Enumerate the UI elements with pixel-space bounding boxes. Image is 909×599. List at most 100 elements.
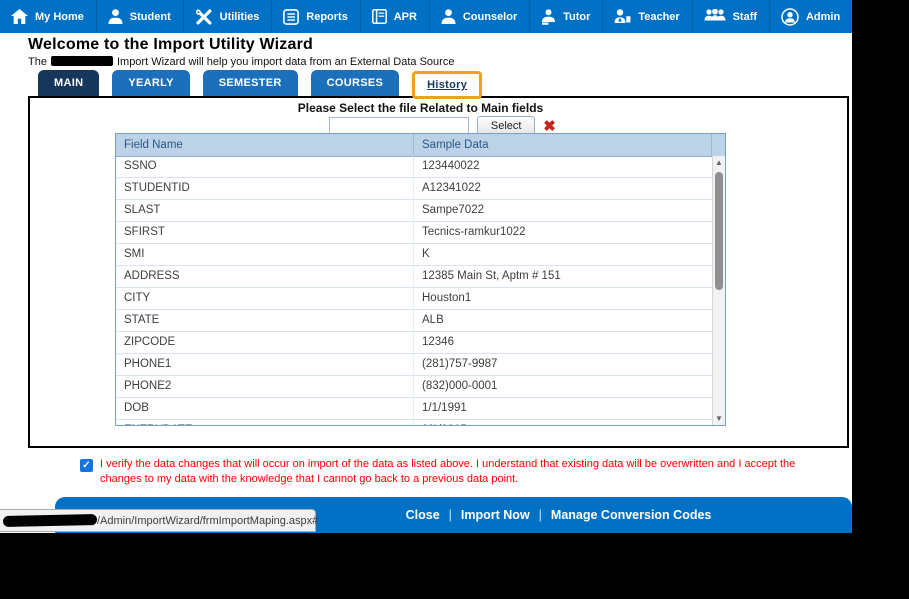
close-button[interactable]: Close	[406, 508, 440, 522]
field-name-cell: PHONE1	[116, 354, 414, 375]
apr-icon	[371, 9, 387, 24]
sample-data-cell: Houston1	[422, 292, 472, 304]
table-row: PHONE2 (832)000-0001	[116, 376, 712, 398]
sample-data-cell: 12346	[422, 336, 454, 348]
nav-item-tutor[interactable]: Tutor	[530, 0, 604, 33]
import-now-button[interactable]: Import Now	[461, 508, 530, 522]
table-row: DOB 1/1/1991	[116, 398, 712, 420]
column-header-scroll-spacer	[711, 134, 725, 156]
staff-icon	[704, 9, 726, 21]
field-mapping-table: Field Name Sample Data SSNO 123440022 STU…	[115, 133, 726, 426]
counselor-icon	[441, 9, 456, 24]
sample-data-cell: ALB	[422, 314, 444, 326]
browser-status-tooltip: /Admin/ImportWizard/frmImportMaping.aspx…	[0, 509, 319, 532]
reports-icon	[283, 8, 300, 25]
subtitle-suffix: Import Wizard will help you import data …	[116, 56, 455, 68]
nav-item-admin[interactable]: Admin	[770, 0, 852, 33]
footer-separator: |	[448, 508, 452, 522]
home-icon	[11, 9, 28, 24]
nav-label: Tutor	[563, 10, 591, 23]
field-name-cell: SMI	[116, 244, 414, 265]
nav-item-reports[interactable]: Reports	[272, 0, 361, 33]
sample-data-cell: 123440022	[422, 160, 480, 172]
table-row: SFIRST Tecnics-ramkur1022	[116, 222, 712, 244]
clear-file-icon[interactable]: ✖	[543, 119, 556, 134]
field-name-cell: STATE	[116, 310, 414, 331]
tab-courses[interactable]: COURSES	[310, 70, 400, 96]
teacher-icon	[614, 8, 631, 23]
footer-separator: |	[538, 508, 542, 522]
verify-checkbox[interactable]: ✓	[80, 459, 93, 472]
nav-label: Staff	[732, 10, 758, 23]
page-subtitle: The Import Wizard will help you import da…	[28, 56, 454, 68]
nav-item-my-home[interactable]: My Home	[0, 0, 97, 33]
app-window: My Home Student Utilities Reports APR Co…	[0, 0, 852, 533]
nav-item-utilities[interactable]: Utilities	[184, 0, 273, 33]
field-name-cell: ZIPCODE	[116, 332, 414, 353]
table-row: STUDENTID A12341022	[116, 178, 712, 200]
table-header-row: Field Name Sample Data	[116, 134, 725, 157]
field-name-cell: ADDRESS	[116, 266, 414, 287]
footer-links: Close | Import Now | Manage Conversion C…	[406, 508, 712, 522]
tab-yearly[interactable]: YEARLY	[112, 70, 190, 96]
subtitle-prefix: The	[28, 56, 47, 68]
tab-history[interactable]: History	[412, 71, 483, 99]
table-row: ADDRESS 12385 Main St, Aptm # 151	[116, 266, 712, 288]
field-name-cell: ENTRYDATE	[116, 420, 414, 425]
column-header-sample-data: Sample Data	[422, 139, 489, 151]
redacted-domain-scribble	[2, 514, 98, 527]
manage-conversion-codes-button[interactable]: Manage Conversion Codes	[551, 508, 711, 522]
nav-label: Student	[129, 10, 171, 23]
tutor-icon	[542, 8, 556, 25]
sample-data-cell: 12385 Main St, Aptm # 151	[422, 270, 561, 282]
verification-section: ✓ I verify the data changes that will oc…	[80, 457, 820, 486]
sample-data-cell: Sampe7022	[422, 204, 485, 216]
field-name-cell: SSNO	[116, 156, 414, 177]
student-icon	[108, 9, 123, 24]
redaction-box	[50, 56, 113, 66]
field-name-cell: SLAST	[116, 200, 414, 221]
nav-item-teacher[interactable]: Teacher	[603, 0, 693, 33]
nav-item-student[interactable]: Student	[97, 0, 184, 33]
table-scrollbar[interactable]: ▲ ▼	[712, 156, 725, 425]
column-header-field-name: Field Name	[116, 134, 414, 156]
verify-statement-line1: I verify the data changes that will occu…	[100, 458, 796, 470]
table-row: SSNO 123440022	[116, 156, 712, 178]
nav-label: APR	[393, 10, 417, 23]
nav-item-staff[interactable]: Staff	[693, 0, 770, 33]
sample-data-cell: (281)757-9987	[422, 358, 498, 370]
top-nav: My Home Student Utilities Reports APR Co…	[0, 0, 852, 33]
tab-semester[interactable]: SEMESTER	[202, 70, 298, 96]
scrollbar-thumb[interactable]	[715, 172, 723, 290]
field-name-cell: STUDENTID	[116, 178, 414, 199]
table-row: SLAST Sampe7022	[116, 200, 712, 222]
table-row: PHONE1 (281)757-9987	[116, 354, 712, 376]
nav-item-apr[interactable]: APR	[361, 0, 430, 33]
nav-label: My Home	[35, 10, 84, 23]
nav-item-counselor[interactable]: Counselor	[430, 0, 531, 33]
sample-data-cell: 9/1/2015	[414, 420, 712, 425]
page-title: Welcome to the Import Utility Wizard	[28, 36, 314, 53]
sample-data-cell: A12341022	[422, 182, 481, 194]
sample-data-cell: Tecnics-ramkur1022	[422, 226, 526, 238]
scroll-up-icon[interactable]: ▲	[713, 158, 725, 167]
table-row: ZIPCODE 12346	[116, 332, 712, 354]
table-row: ENTRYDATE9/1/2015	[116, 420, 712, 425]
status-url-path: /Admin/ImportWizard/frmImportMaping.aspx…	[97, 514, 319, 527]
table-body: SSNO 123440022 STUDENTID A12341022 SLAST Sa…	[116, 156, 712, 425]
nav-label: Reports	[306, 10, 348, 23]
admin-icon	[781, 7, 799, 26]
field-name-cell: CITY	[116, 288, 414, 309]
utilities-icon	[195, 8, 212, 25]
field-name-cell: SFIRST	[116, 222, 414, 243]
tab-main[interactable]: MAIN	[38, 70, 100, 96]
verify-statement: I verify the data changes that will occu…	[100, 457, 795, 486]
nav-label: Admin	[805, 10, 841, 23]
table-row: SMI K	[116, 244, 712, 266]
sample-data-cell: K	[422, 248, 430, 260]
field-name-cell: DOB	[116, 398, 414, 419]
nav-label: Teacher	[638, 10, 680, 23]
nav-label: Utilities	[219, 10, 260, 23]
scroll-down-icon[interactable]: ▼	[713, 414, 725, 423]
sample-data-cell: 1/1/1991	[422, 402, 467, 414]
